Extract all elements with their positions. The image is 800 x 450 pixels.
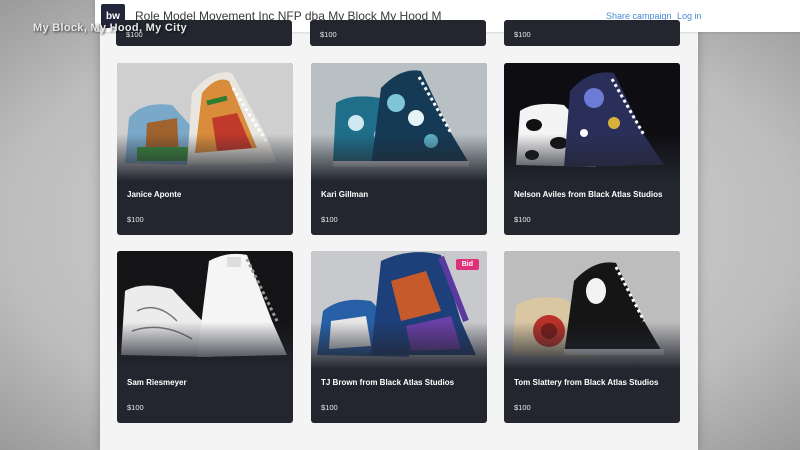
card-price: $100 [320,30,337,39]
auction-card[interactable]: Bid TJ Brown from Black Atlas Studios $1… [311,251,487,423]
card-partial-3[interactable]: $100 [504,20,680,46]
sneaker-image [117,251,293,369]
bid-badge[interactable]: Bid [455,259,479,270]
card-price: $100 [514,403,531,412]
card-title: Nelson Aviles from Black Atlas Studios [514,190,663,199]
login-link[interactable]: Log in [677,11,702,21]
card-price: $100 [514,30,531,39]
card-price: $100 [127,215,144,224]
sneaker-image [117,63,293,181]
card-price: $100 [127,403,144,412]
tv-watermark: My Block, My Hood, My City [33,22,187,34]
sneaker-image [311,63,487,181]
card-partial-2[interactable]: $100 [310,20,486,46]
auction-card[interactable]: Kari Gillman $100 [311,63,487,235]
auction-card[interactable]: Sam Riesmeyer $100 [117,251,293,423]
card-title: Tom Slattery from Black Atlas Studios [514,378,659,387]
sneaker-image [504,63,680,181]
card-price: $100 [321,403,338,412]
card-title: TJ Brown from Black Atlas Studios [321,378,455,387]
card-title: Sam Riesmeyer [127,378,187,387]
card-title: Janice Aponte [127,190,182,199]
card-price: $100 [321,215,338,224]
card-price: $100 [514,215,531,224]
card-title: Kari Gillman [321,190,369,199]
sneaker-image [504,251,680,369]
auction-card[interactable]: Nelson Aviles from Black Atlas Studios $… [504,63,680,235]
auction-card[interactable]: Janice Aponte $100 [117,63,293,235]
auction-card[interactable]: Tom Slattery from Black Atlas Studios $1… [504,251,680,423]
